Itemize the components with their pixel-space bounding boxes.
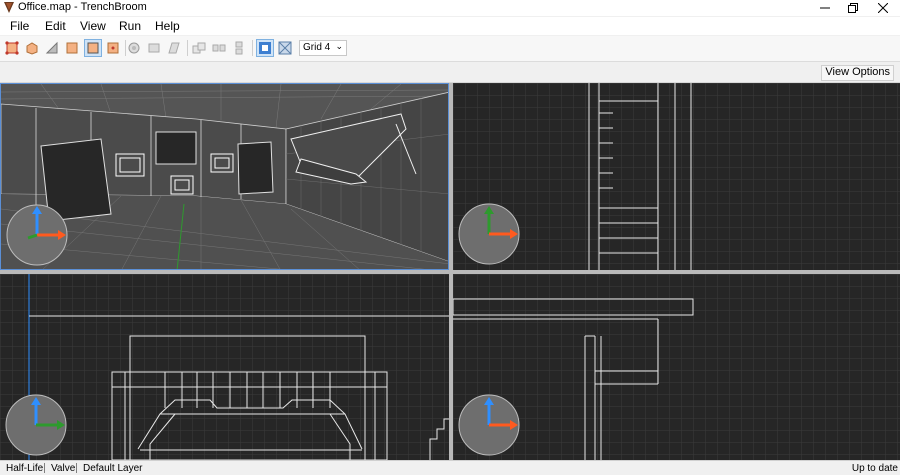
viewport-2d-bottom-left[interactable] xyxy=(0,274,449,460)
window-title: Office.map - TrenchBroom xyxy=(18,1,147,13)
face-tool-icon xyxy=(87,42,99,54)
face-tool-button[interactable] xyxy=(84,39,102,57)
viewport-3d[interactable] xyxy=(0,83,449,270)
status-separator xyxy=(44,463,45,473)
uv-lock-icon xyxy=(278,41,292,55)
toolbar xyxy=(0,36,900,62)
view-options-button[interactable]: View Options xyxy=(821,65,894,81)
status-layer: Default Layer xyxy=(83,463,143,474)
close-icon xyxy=(878,3,888,13)
menu-run[interactable]: Run xyxy=(119,19,141,33)
viewport-2d-bottom-right[interactable] xyxy=(453,274,900,460)
grid-size-value: Grid 4 xyxy=(303,42,331,53)
shear-tool-icon xyxy=(168,42,180,54)
title-bar: Office.map - TrenchBroom xyxy=(0,0,900,16)
close-button[interactable] xyxy=(868,0,898,16)
minimize-button[interactable] xyxy=(810,0,840,16)
flip-vertical-button[interactable] xyxy=(230,39,248,57)
toolbar-separator xyxy=(252,40,253,56)
brush-tool-icon xyxy=(5,41,19,55)
flip-vertical-icon xyxy=(235,41,243,55)
status-bar: Half-Life Valve Default Layer Up to date xyxy=(0,460,900,475)
menu-edit[interactable]: Edit xyxy=(45,19,66,33)
edge-tool-button[interactable] xyxy=(63,39,81,57)
texture-lock-button[interactable] xyxy=(256,39,274,57)
scale-tool-icon xyxy=(148,43,160,53)
shear-tool-button[interactable] xyxy=(165,39,183,57)
axis-gizmo-3d xyxy=(6,204,68,266)
viewport-2d-grid xyxy=(453,274,900,460)
viewport-2d-top-right[interactable] xyxy=(453,83,900,270)
toolbar-separator xyxy=(187,40,188,56)
duplicate-button[interactable] xyxy=(190,39,208,57)
viewport-2d-grid xyxy=(0,274,449,460)
texture-lock-icon xyxy=(259,42,271,54)
restore-icon xyxy=(848,3,858,13)
flip-horizontal-icon xyxy=(212,44,226,52)
chevron-down-icon: ⌄ xyxy=(335,41,343,51)
brush-tool-button[interactable] xyxy=(3,39,21,57)
status-game: Half-Life xyxy=(6,463,44,474)
axis-gizmo-bottom-right xyxy=(458,394,520,456)
vertex-tool-icon xyxy=(45,41,58,54)
restore-button[interactable] xyxy=(838,0,868,16)
clip-tool-icon xyxy=(26,42,38,55)
entity-tool-button[interactable] xyxy=(104,39,122,57)
rotate-tool-button[interactable] xyxy=(125,39,143,57)
status-format: Valve xyxy=(51,463,76,474)
scale-tool-button[interactable] xyxy=(145,39,163,57)
menu-help[interactable]: Help xyxy=(155,19,180,33)
minimize-icon xyxy=(820,7,830,9)
status-separator xyxy=(76,463,77,473)
status-update: Up to date xyxy=(851,463,898,474)
menu-view[interactable]: View xyxy=(80,19,106,33)
clip-tool-button[interactable] xyxy=(23,39,41,57)
edge-tool-icon xyxy=(66,42,78,54)
view-options-bar: View Options xyxy=(0,62,900,83)
menu-file[interactable]: File xyxy=(10,19,29,33)
axis-gizmo-top-right xyxy=(458,203,520,265)
axis-gizmo-bottom-left xyxy=(5,394,67,456)
viewport-3d-scene xyxy=(1,84,448,269)
vertex-tool-button[interactable] xyxy=(43,39,61,57)
app-icon xyxy=(4,2,14,13)
duplicate-icon xyxy=(192,42,206,54)
rotate-tool-icon xyxy=(128,42,140,54)
flip-horizontal-button[interactable] xyxy=(210,39,228,57)
uv-lock-button[interactable] xyxy=(276,39,294,57)
menu-bar: File Edit View Run Help xyxy=(0,17,900,35)
grid-size-select[interactable]: Grid 4 ⌄ xyxy=(299,40,347,56)
horizontal-splitter[interactable] xyxy=(0,270,900,274)
entity-tool-icon xyxy=(107,42,119,54)
viewport-2d-grid xyxy=(453,83,900,270)
